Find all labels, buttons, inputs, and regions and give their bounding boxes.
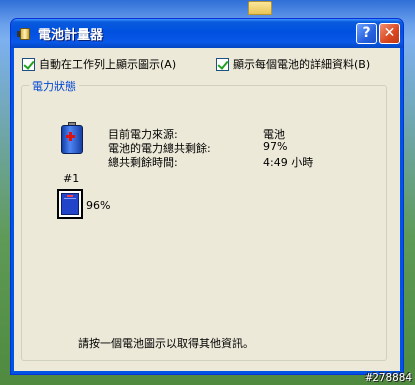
title-bar[interactable]: 電池計量器 ? ✕ [11,19,403,48]
help-button[interactable]: ? [356,23,377,44]
show-taskbar-icon-checkbox[interactable] [22,57,35,71]
dialog-body: 自動在工作列上顯示圖示(A) 顯示每個電池的詳細資料(B) 電力狀態 目前電力來… [14,48,400,371]
time-remaining-value: 4:49 小時 [263,156,314,169]
close-button[interactable]: ✕ [379,23,400,44]
battery-meter-window: 電池計量器 ? ✕ 自動在工作列上顯示圖示(A) 顯示每個電池的詳細資料(B) … [10,18,404,375]
show-battery-details-label[interactable]: 顯示每個電池的詳細資料(B) [233,56,370,72]
battery-level-icon[interactable] [57,189,83,219]
total-remaining-value: 97% [263,140,288,153]
power-status-group-label: 電力狀態 [29,78,79,94]
battery-icon [61,122,83,154]
battery-meter-icon [17,26,33,42]
hint-text: 請按一個電池圖示以取得其他資訊。 [78,337,254,350]
battery-percent: 96% [86,199,111,212]
show-taskbar-icon-option[interactable]: 自動在工作列上顯示圖示(A) [22,56,176,72]
show-battery-details-checkbox[interactable] [216,57,229,71]
time-remaining-label: 總共剩餘時間: [108,156,178,169]
window-title: 電池計量器 [38,28,104,43]
watermark: #278884 [365,371,412,384]
battery-number: #1 [63,172,80,185]
show-taskbar-icon-label[interactable]: 自動在工作列上顯示圖示(A) [39,56,176,72]
show-battery-details-option[interactable]: 顯示每個電池的詳細資料(B) [216,56,370,72]
desktop-folder-icon[interactable] [248,1,272,15]
